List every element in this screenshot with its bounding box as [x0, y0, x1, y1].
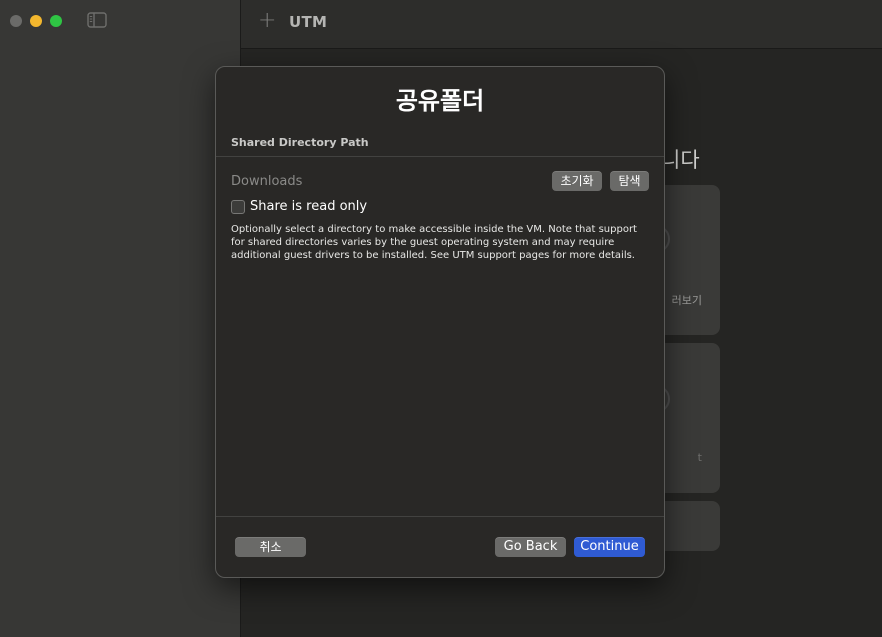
- section-header: Shared Directory Path: [231, 136, 369, 149]
- help-text: Optionally select a directory to make ac…: [231, 224, 637, 261]
- background-heading-fragment: 니다: [661, 148, 700, 172]
- minimize-window-button[interactable]: [30, 15, 42, 27]
- app-title: UTM: [289, 13, 328, 31]
- browse-button[interactable]: 탐색: [610, 171, 649, 191]
- background-card-label: t: [697, 451, 702, 464]
- continue-button[interactable]: Continue: [574, 537, 645, 557]
- dialog-title: 공유폴더: [395, 87, 485, 115]
- cancel-button[interactable]: 취소: [235, 537, 306, 557]
- utm-window: + UTM 니다 러보기 t 공유폴더 Shared Directory Pat…: [0, 0, 882, 637]
- divider: [216, 516, 664, 517]
- zoom-window-button[interactable]: [50, 15, 62, 27]
- sidebar-toggle-icon[interactable]: [87, 12, 107, 28]
- background-card-label: 러보기: [671, 294, 702, 307]
- divider: [216, 156, 664, 157]
- close-window-button[interactable]: [10, 15, 22, 27]
- plus-icon[interactable]: +: [258, 10, 276, 32]
- toolbar: + UTM: [241, 0, 882, 49]
- shared-folder-dialog: 공유폴더 Shared Directory Path Downloads 초기화…: [215, 66, 665, 578]
- shared-directory-path: Downloads: [231, 174, 303, 189]
- read-only-label[interactable]: Share is read only: [250, 199, 367, 214]
- go-back-button[interactable]: Go Back: [495, 537, 566, 557]
- reset-button[interactable]: 초기화: [552, 171, 602, 191]
- read-only-checkbox[interactable]: [231, 200, 245, 214]
- sidebar: [0, 0, 241, 637]
